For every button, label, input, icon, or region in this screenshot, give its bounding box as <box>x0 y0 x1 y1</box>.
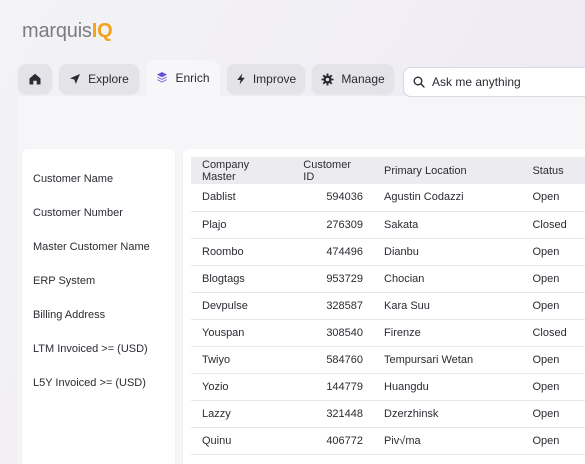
column-header-customer-id[interactable]: Customer ID <box>292 157 374 184</box>
cell-company-master: Dablist <box>191 184 293 212</box>
table-row[interactable]: Devpulse 328587 Kara Suu Open <box>191 292 585 320</box>
cell-customer-id: 328587 <box>292 292 374 320</box>
customer-table: Company Master Customer ID Primary Locat… <box>191 157 585 455</box>
layers-icon <box>157 72 168 83</box>
cell-status: Open <box>521 292 585 320</box>
cell-company-master: Youspan <box>191 319 293 347</box>
cell-customer-id: 321448 <box>292 400 374 428</box>
tab-manage[interactable]: Manage <box>312 64 394 94</box>
cell-company-master: Yozio <box>191 373 293 401</box>
tab-explore-label: Explore <box>88 72 129 86</box>
cell-company-master: Quinu <box>191 427 293 455</box>
cell-status: Open <box>521 346 585 374</box>
cell-status: Open <box>521 265 585 293</box>
gear-icon <box>321 72 334 86</box>
column-header-primary-location[interactable]: Primary Location <box>373 157 522 184</box>
table-row[interactable]: Twiyo 584760 Tempursari Wetan Open <box>191 346 585 374</box>
cell-customer-id: 406772 <box>292 427 374 455</box>
app-logo[interactable]: marquisIQ <box>22 20 113 43</box>
cell-primary-location: Dianbu <box>373 238 522 266</box>
cell-company-master: Twiyo <box>191 346 293 374</box>
tab-enrich-label: Enrich <box>175 71 210 85</box>
navigation-arrow-icon <box>70 74 81 84</box>
cell-primary-location: Tempursari Wetan <box>373 346 522 374</box>
cell-company-master: Plajo <box>191 211 293 239</box>
ask-search-input[interactable]: Ask me anything <box>403 67 585 97</box>
search-icon <box>413 76 425 88</box>
cell-customer-id: 144779 <box>292 373 374 401</box>
filter-erp-system[interactable]: ERP System <box>33 275 95 287</box>
cell-company-master: Lazzy <box>191 400 293 428</box>
table-row[interactable]: Blogtags 953729 Chocian Open <box>191 265 585 293</box>
filter-customer-name[interactable]: Customer Name <box>33 173 113 185</box>
tab-manage-label: Manage <box>341 72 385 86</box>
cell-customer-id: 594036 <box>292 184 374 212</box>
cell-primary-location: Huangdu <box>373 373 522 401</box>
cell-customer-id: 308540 <box>292 319 374 347</box>
cell-status: Open <box>521 427 585 455</box>
filter-master-customer-name[interactable]: Master Customer Name <box>33 241 150 253</box>
filter-billing-address[interactable]: Billing Address <box>33 309 105 321</box>
table-row[interactable]: Plajo 276309 Sakata Closed <box>191 211 585 239</box>
filter-l5y-invoiced[interactable]: L5Y Invoiced >= (USD) <box>33 377 146 389</box>
cell-company-master: Blogtags <box>191 265 293 293</box>
home-icon <box>29 73 41 85</box>
cell-primary-location: Agustin Codazzi <box>373 184 522 212</box>
cell-status: Open <box>521 373 585 401</box>
column-header-company-master[interactable]: Company Master <box>191 157 293 184</box>
search-placeholder: Ask me anything <box>432 75 521 89</box>
cell-customer-id: 584760 <box>292 346 374 374</box>
table-row[interactable]: Dablist 594036 Agustin Codazzi Open <box>191 184 585 212</box>
customer-table-panel: Company Master Customer ID Primary Locat… <box>183 149 585 464</box>
cell-customer-id: 474496 <box>292 238 374 266</box>
lightning-icon <box>237 73 245 85</box>
tab-improve-label: Improve <box>252 72 297 86</box>
cell-status: Closed <box>521 211 585 239</box>
table-header-row: Company Master Customer ID Primary Locat… <box>191 157 585 184</box>
column-header-status[interactable]: Status <box>521 157 585 184</box>
table-row[interactable]: Lazzy 321448 Dzerzhinsk Open <box>191 400 585 428</box>
cell-status: Open <box>521 238 585 266</box>
logo-text-marquis: marquis <box>22 20 92 42</box>
cell-primary-location: Piv√ma <box>373 427 522 455</box>
tab-improve[interactable]: Improve <box>227 64 305 94</box>
cell-customer-id: 276309 <box>292 211 374 239</box>
cell-company-master: Devpulse <box>191 292 293 320</box>
tab-enrich[interactable]: Enrich <box>146 60 220 110</box>
cell-company-master: Roombo <box>191 238 293 266</box>
cell-customer-id: 953729 <box>292 265 374 293</box>
filter-sidebar: Customer Name Customer Number Master Cus… <box>22 149 175 464</box>
cell-primary-location: Firenze <box>373 319 522 347</box>
cell-primary-location: Sakata <box>373 211 522 239</box>
table-row[interactable]: Yozio 144779 Huangdu Open <box>191 373 585 401</box>
cell-status: Closed <box>521 319 585 347</box>
filter-ltm-invoiced[interactable]: LTM Invoiced >= (USD) <box>33 343 148 355</box>
home-button[interactable] <box>18 64 52 94</box>
table-row[interactable]: Youspan 308540 Firenze Closed <box>191 319 585 347</box>
cell-status: Open <box>521 184 585 212</box>
filter-customer-number[interactable]: Customer Number <box>33 207 123 219</box>
cell-primary-location: Kara Suu <box>373 292 522 320</box>
table-row[interactable]: Quinu 406772 Piv√ma Open <box>191 427 585 455</box>
cell-status: Open <box>521 400 585 428</box>
tab-explore[interactable]: Explore <box>59 64 139 94</box>
logo-text-iq: IQ <box>91 20 113 42</box>
cell-primary-location: Chocian <box>373 265 522 293</box>
cell-primary-location: Dzerzhinsk <box>373 400 522 428</box>
table-row[interactable]: Roombo 474496 Dianbu Open <box>191 238 585 266</box>
